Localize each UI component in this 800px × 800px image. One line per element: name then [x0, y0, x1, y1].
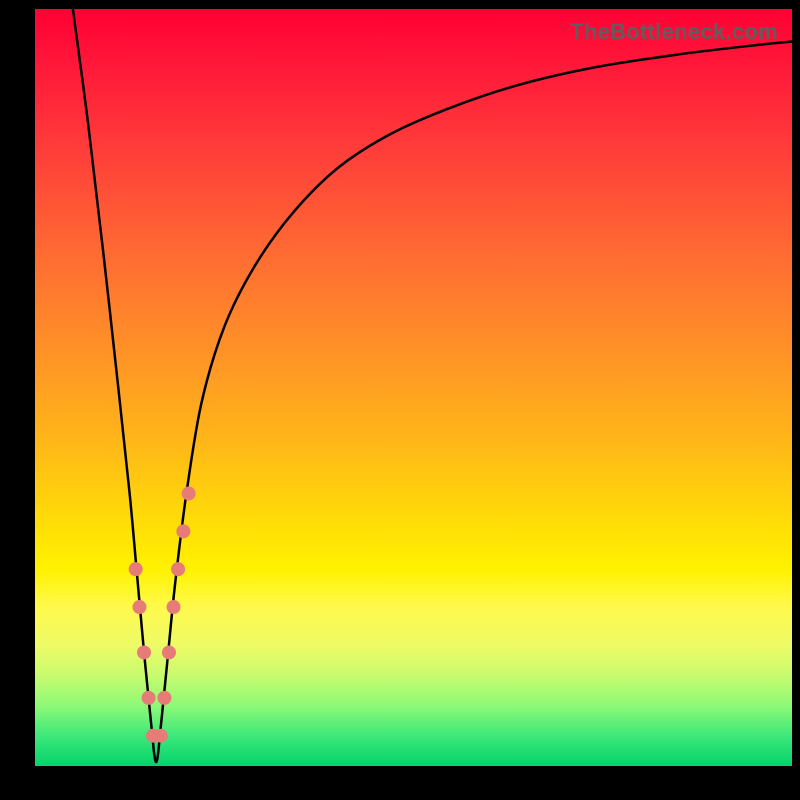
chart-frame: TheBottleneck.com — [0, 0, 800, 800]
highlight-marker — [157, 691, 171, 705]
highlight-marker — [162, 645, 176, 659]
highlight-marker — [154, 729, 168, 743]
highlight-marker — [132, 600, 146, 614]
highlight-marker — [171, 562, 185, 576]
highlight-marker — [167, 600, 181, 614]
chart-svg — [35, 9, 792, 766]
highlight-marker — [129, 562, 143, 576]
plot-area: TheBottleneck.com — [35, 9, 792, 766]
bottleneck-curve — [73, 9, 792, 762]
highlight-marker — [137, 645, 151, 659]
highlight-markers — [129, 486, 196, 742]
watermark-text: TheBottleneck.com — [570, 19, 778, 45]
highlight-marker — [176, 524, 190, 538]
highlight-marker — [182, 486, 196, 500]
highlight-marker — [142, 691, 156, 705]
